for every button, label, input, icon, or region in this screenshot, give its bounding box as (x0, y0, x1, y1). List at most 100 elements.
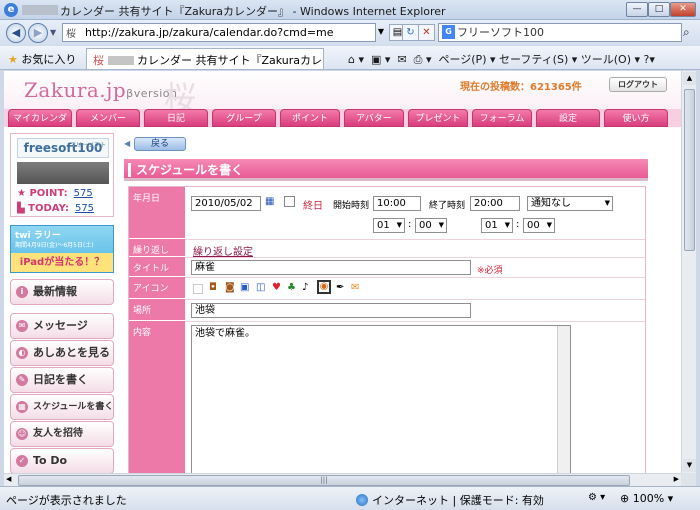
nav-tab-members[interactable]: メンバー (76, 109, 140, 127)
protected-mode-icon[interactable]: ⚙ ▾ (588, 492, 605, 503)
nav-tab-point[interactable]: ポイント (280, 109, 340, 127)
forward-button[interactable]: ▶ (28, 23, 48, 43)
freesoft100-logo[interactable]: フリーソフト freesoft100 (17, 138, 109, 158)
calendar-icon[interactable]: ▣ (240, 282, 249, 293)
twi-rally-banner[interactable]: twi ラリー 期間4月9日(金)～6月5日(土) iPadが当たる！？ (10, 225, 114, 273)
repeat-settings-link[interactable]: 繰り返し設定 (193, 243, 253, 258)
home-icon[interactable]: ⌂ ▾ (348, 53, 364, 66)
favorites-button[interactable]: ★ お気に入り (8, 51, 76, 67)
end-hour-select[interactable]: 01 ▼ (481, 218, 513, 233)
scroll-left-icon[interactable]: ◀ (6, 475, 11, 483)
no-icon-option[interactable] (193, 284, 203, 294)
title-input[interactable]: 麻雀 (191, 260, 471, 275)
print-icon[interactable]: ⎙ ▾ (414, 53, 432, 66)
calendar-picker-icon[interactable]: ▦ (265, 196, 274, 207)
feeds-icon[interactable]: ▣ ▾ (371, 53, 390, 66)
point-value[interactable]: 575 (74, 188, 93, 199)
mail-icon[interactable]: ✉ (351, 282, 359, 293)
schedule-form: 年月日 繰り返し タイトル アイコン 場所 内容 2010/05/02 ▦ 終日… (128, 186, 646, 473)
end-time-input[interactable]: 20:00 (470, 196, 520, 211)
check-icon: ✓ (16, 455, 28, 467)
vertical-scrollbar[interactable]: ▲ ▼ (681, 71, 696, 473)
profile-box: フリーソフト freesoft100 ★ POINT: 575 ▙ TODAY: 57… (10, 133, 114, 217)
blurred-username (22, 5, 58, 15)
search-input[interactable]: G フリーソフト100 (438, 23, 682, 42)
sidebar-item-message[interactable]: ✉ メッセージ (10, 313, 114, 339)
sidebar-item-label: メッセージ (33, 319, 88, 332)
selected-clock-icon[interactable]: ◉ (317, 280, 331, 294)
nav-tab-group[interactable]: グループ (212, 109, 276, 127)
scroll-up-icon[interactable]: ▲ (683, 72, 696, 85)
cake-icon[interactable]: ◙ (225, 282, 235, 293)
back-button[interactable]: ◀ (6, 23, 26, 43)
nav-tab-avatar[interactable]: アバター (344, 109, 404, 127)
minimize-button[interactable]: — (626, 2, 648, 17)
tree-icon[interactable]: ♣ (287, 282, 296, 293)
scroll-right-icon[interactable]: ▶ (674, 475, 679, 483)
sidebar-item-label: あしあとを見る (33, 346, 110, 359)
back-link-button[interactable]: 戻る (134, 137, 186, 151)
textarea-scrollbar[interactable] (557, 326, 570, 473)
logout-button[interactable]: ログアウト (609, 77, 667, 92)
address-input[interactable]: 桜 http://zakura.jp/zakura/calendar.do?cmd… (62, 23, 376, 42)
nav-tab-settings[interactable]: 設定 (536, 109, 600, 127)
nav-tab-forum[interactable]: フォーラム (472, 109, 532, 127)
address-dropdown-icon[interactable]: ▼ (375, 24, 387, 41)
nav-tab-present[interactable]: プレゼント (408, 109, 468, 127)
star-icon: ★ (8, 53, 18, 66)
start-time-input[interactable]: 10:00 (373, 196, 421, 211)
body-textarea[interactable]: 池袋で麻雀。 (191, 325, 571, 473)
sidebar-item-write-schedule[interactable]: ▦ スケジュールを書く (10, 394, 114, 420)
close-button[interactable]: ✕ (670, 2, 696, 17)
row-divider (185, 257, 645, 258)
notify-select[interactable]: 通知なし ▼ (527, 196, 613, 211)
sidebar-item-news[interactable]: i 最新情報 (10, 279, 114, 305)
pen-icon[interactable]: ✒ (336, 282, 344, 293)
search-icon[interactable]: ⌕ (683, 25, 690, 40)
nav-tab-diary[interactable]: 日記 (144, 109, 208, 127)
avatar[interactable] (17, 162, 109, 184)
command-menus[interactable]: ページ(P) ▾ セーフティ(S) ▾ ツール(O) ▾ ?▾ (438, 53, 654, 66)
bag-icon[interactable]: ◘ (209, 282, 217, 293)
allday-label: 終日 (303, 201, 323, 212)
star-icon: ★ (17, 188, 30, 199)
tab-title: カレンダー 共有サイト『Zakuraカレン... (137, 54, 324, 67)
sidebar-item-todo[interactable]: ✓ To Do (10, 448, 114, 473)
start-minute-select[interactable]: 00 ▼ (415, 218, 447, 233)
nav-tab-help[interactable]: 使い方 (604, 109, 668, 127)
date-label: 年月日 (129, 187, 185, 239)
horizontal-scroll-thumb[interactable]: ||| (18, 475, 630, 486)
site-logo[interactable]: Zakura.jpβversion (24, 78, 177, 102)
allday-checkbox[interactable] (284, 196, 295, 207)
mail-icon[interactable]: ✉ (397, 53, 406, 66)
maximize-button[interactable]: □ (648, 2, 670, 17)
date-input[interactable]: 2010/05/02 (191, 196, 261, 211)
end-minute-select[interactable]: 00 ▼ (523, 218, 555, 233)
place-input[interactable]: 池袋 (191, 303, 471, 318)
stop-icon[interactable]: ✕ (418, 24, 435, 41)
browser-tab[interactable]: 桜 カレンダー 共有サイト『Zakuraカレン... (86, 48, 324, 69)
sidebar-item-write-diary[interactable]: ✎ 日記を書く (10, 367, 114, 393)
music-note-icon[interactable]: ♪ (302, 282, 308, 293)
scroll-down-icon[interactable]: ▼ (683, 459, 696, 472)
security-zone[interactable]: インターネット | 保護モード: 有効 (356, 492, 544, 508)
sidebar-item-invite[interactable]: ☺ 友人を招待 (10, 421, 114, 447)
logo-text: Zakura.jp (24, 78, 127, 102)
banner-tagline: iPadが当たる！？ (11, 253, 113, 272)
page-title-text: スケジュールを書く (136, 163, 244, 177)
sidebar-item-footprints[interactable]: ◐ あしあとを見る (10, 340, 114, 366)
heart-icon[interactable]: ♥ (272, 282, 281, 293)
nav-tab-my-calendar[interactable]: マイカレンダー (8, 109, 72, 142)
command-bar[interactable]: ⌂ ▾ ▣ ▾ ✉ ⎙ ▾ ページ(P) ▾ セーフティ(S) ▾ ツール(O)… (348, 51, 655, 67)
window-title-bar: e カレンダー 共有サイト『Zakuraカレンダー』 - Windows Int… (0, 0, 700, 20)
horizontal-scrollbar[interactable]: ◀ ||| ▶ (4, 473, 681, 486)
refresh-icon[interactable]: ↻ (402, 24, 419, 41)
start-hour-select[interactable]: 01 ▼ (373, 218, 405, 233)
today-value[interactable]: 575 (75, 203, 94, 214)
zoom-level[interactable]: ⊕ 100% ▾ (620, 492, 673, 505)
sidebar-item-label: To Do (33, 454, 68, 467)
gift-icon[interactable]: ◫ (256, 282, 265, 293)
chevron-down-icon: ▼ (438, 221, 444, 229)
recent-pages-dropdown[interactable]: ▼ (50, 28, 56, 37)
vertical-scroll-thumb[interactable] (684, 89, 695, 251)
